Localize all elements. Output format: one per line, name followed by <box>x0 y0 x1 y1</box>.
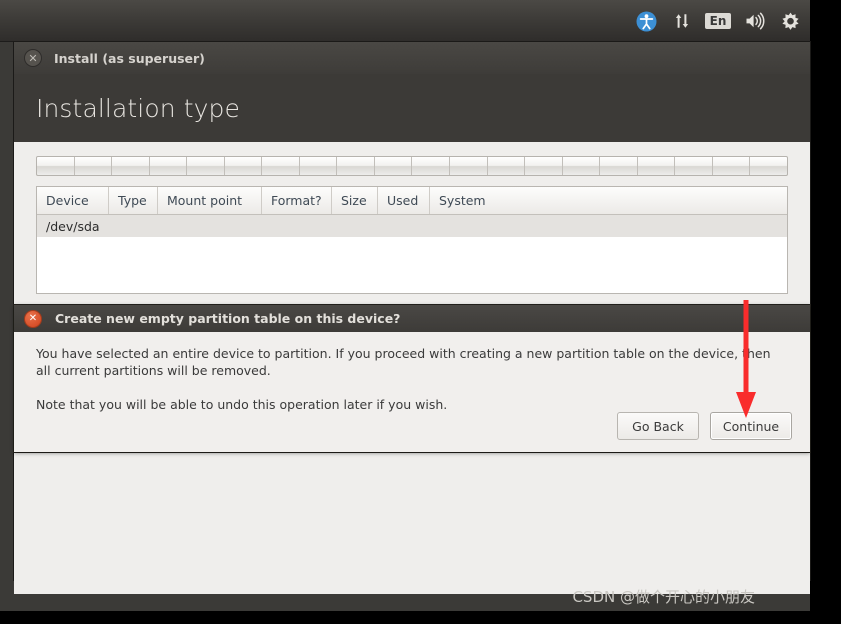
system-settings-icon[interactable] <box>778 9 802 33</box>
column-header-size[interactable]: Size <box>332 187 378 214</box>
partition-table[interactable]: Device Type Mount point Format? Size Use… <box>36 186 788 294</box>
column-header-used[interactable]: Used <box>378 187 430 214</box>
partition-bar-segment <box>713 157 751 175</box>
go-back-button[interactable]: Go Back <box>617 412 699 440</box>
table-header-row: Device Type Mount point Format? Size Use… <box>37 187 787 215</box>
keyboard-layout-label: En <box>704 13 732 29</box>
column-header-system[interactable]: System <box>430 187 787 214</box>
partition-bar-segment <box>638 157 676 175</box>
continue-button[interactable]: Continue <box>710 412 792 440</box>
dialog-action-bar: Go Back Continue <box>617 412 792 440</box>
window-title: Install (as superuser) <box>54 50 205 66</box>
window-titlebar[interactable]: ✕ Install (as superuser) <box>14 42 810 74</box>
network-icon[interactable] <box>670 9 694 33</box>
partition-bar-segment <box>112 157 150 175</box>
dialog-body: You have selected an entire device to pa… <box>14 332 810 413</box>
screen: En ✕ Install (as superuser) Installation… <box>0 0 841 624</box>
volume-icon[interactable] <box>742 9 766 33</box>
table-empty-area <box>37 237 787 293</box>
window-close-icon[interactable]: ✕ <box>24 49 42 67</box>
dialog-close-icon[interactable]: ✕ <box>24 309 42 328</box>
panel-indicator-area: En <box>634 0 802 42</box>
watermark-text: CSDN @做个开心的小朋友 <box>572 588 755 606</box>
accessibility-icon[interactable] <box>634 9 658 33</box>
window-header: Installation type <box>14 74 810 142</box>
partition-bar-segment <box>337 157 375 175</box>
partition-bar-segment <box>750 157 787 175</box>
partition-bar-segment <box>375 157 413 175</box>
column-header-device[interactable]: Device <box>37 187 109 214</box>
partition-bar-segment <box>300 157 338 175</box>
partition-size-bar[interactable] <box>36 156 788 176</box>
column-header-type[interactable]: Type <box>109 187 158 214</box>
keyboard-layout-indicator[interactable]: En <box>704 9 732 33</box>
page-title: Installation type <box>36 93 240 123</box>
partition-bar-segment <box>412 157 451 175</box>
dialog-title: Create new empty partition table on this… <box>55 311 401 326</box>
column-header-mount-point[interactable]: Mount point <box>158 187 262 214</box>
partition-bar-segment <box>150 157 188 175</box>
confirm-partition-table-dialog: ✕ Create new empty partition table on th… <box>14 305 810 452</box>
partition-bar-segment <box>37 157 75 175</box>
partition-bar-segment <box>75 157 113 175</box>
partition-bar-segment <box>488 157 526 175</box>
partition-bar-segment <box>563 157 601 175</box>
partition-bar-segment <box>187 157 225 175</box>
partition-bar-segment <box>450 157 488 175</box>
dialog-paragraph-1: You have selected an entire device to pa… <box>36 346 771 378</box>
table-row[interactable]: /dev/sda <box>37 215 787 237</box>
partition-bar-segment <box>675 157 713 175</box>
dialog-paragraph-2: Note that you will be able to undo this … <box>36 397 448 412</box>
dialog-titlebar[interactable]: ✕ Create new empty partition table on th… <box>14 305 810 332</box>
partition-bar-segment <box>600 157 638 175</box>
partition-bar-segment <box>525 157 563 175</box>
top-panel: En <box>0 0 810 42</box>
cell-device: /dev/sda <box>46 218 100 234</box>
partition-bar-segment <box>262 157 300 175</box>
column-header-format[interactable]: Format? <box>262 187 332 214</box>
desktop: En ✕ Install (as superuser) Installation… <box>0 0 810 611</box>
partition-bar-segment <box>225 157 263 175</box>
